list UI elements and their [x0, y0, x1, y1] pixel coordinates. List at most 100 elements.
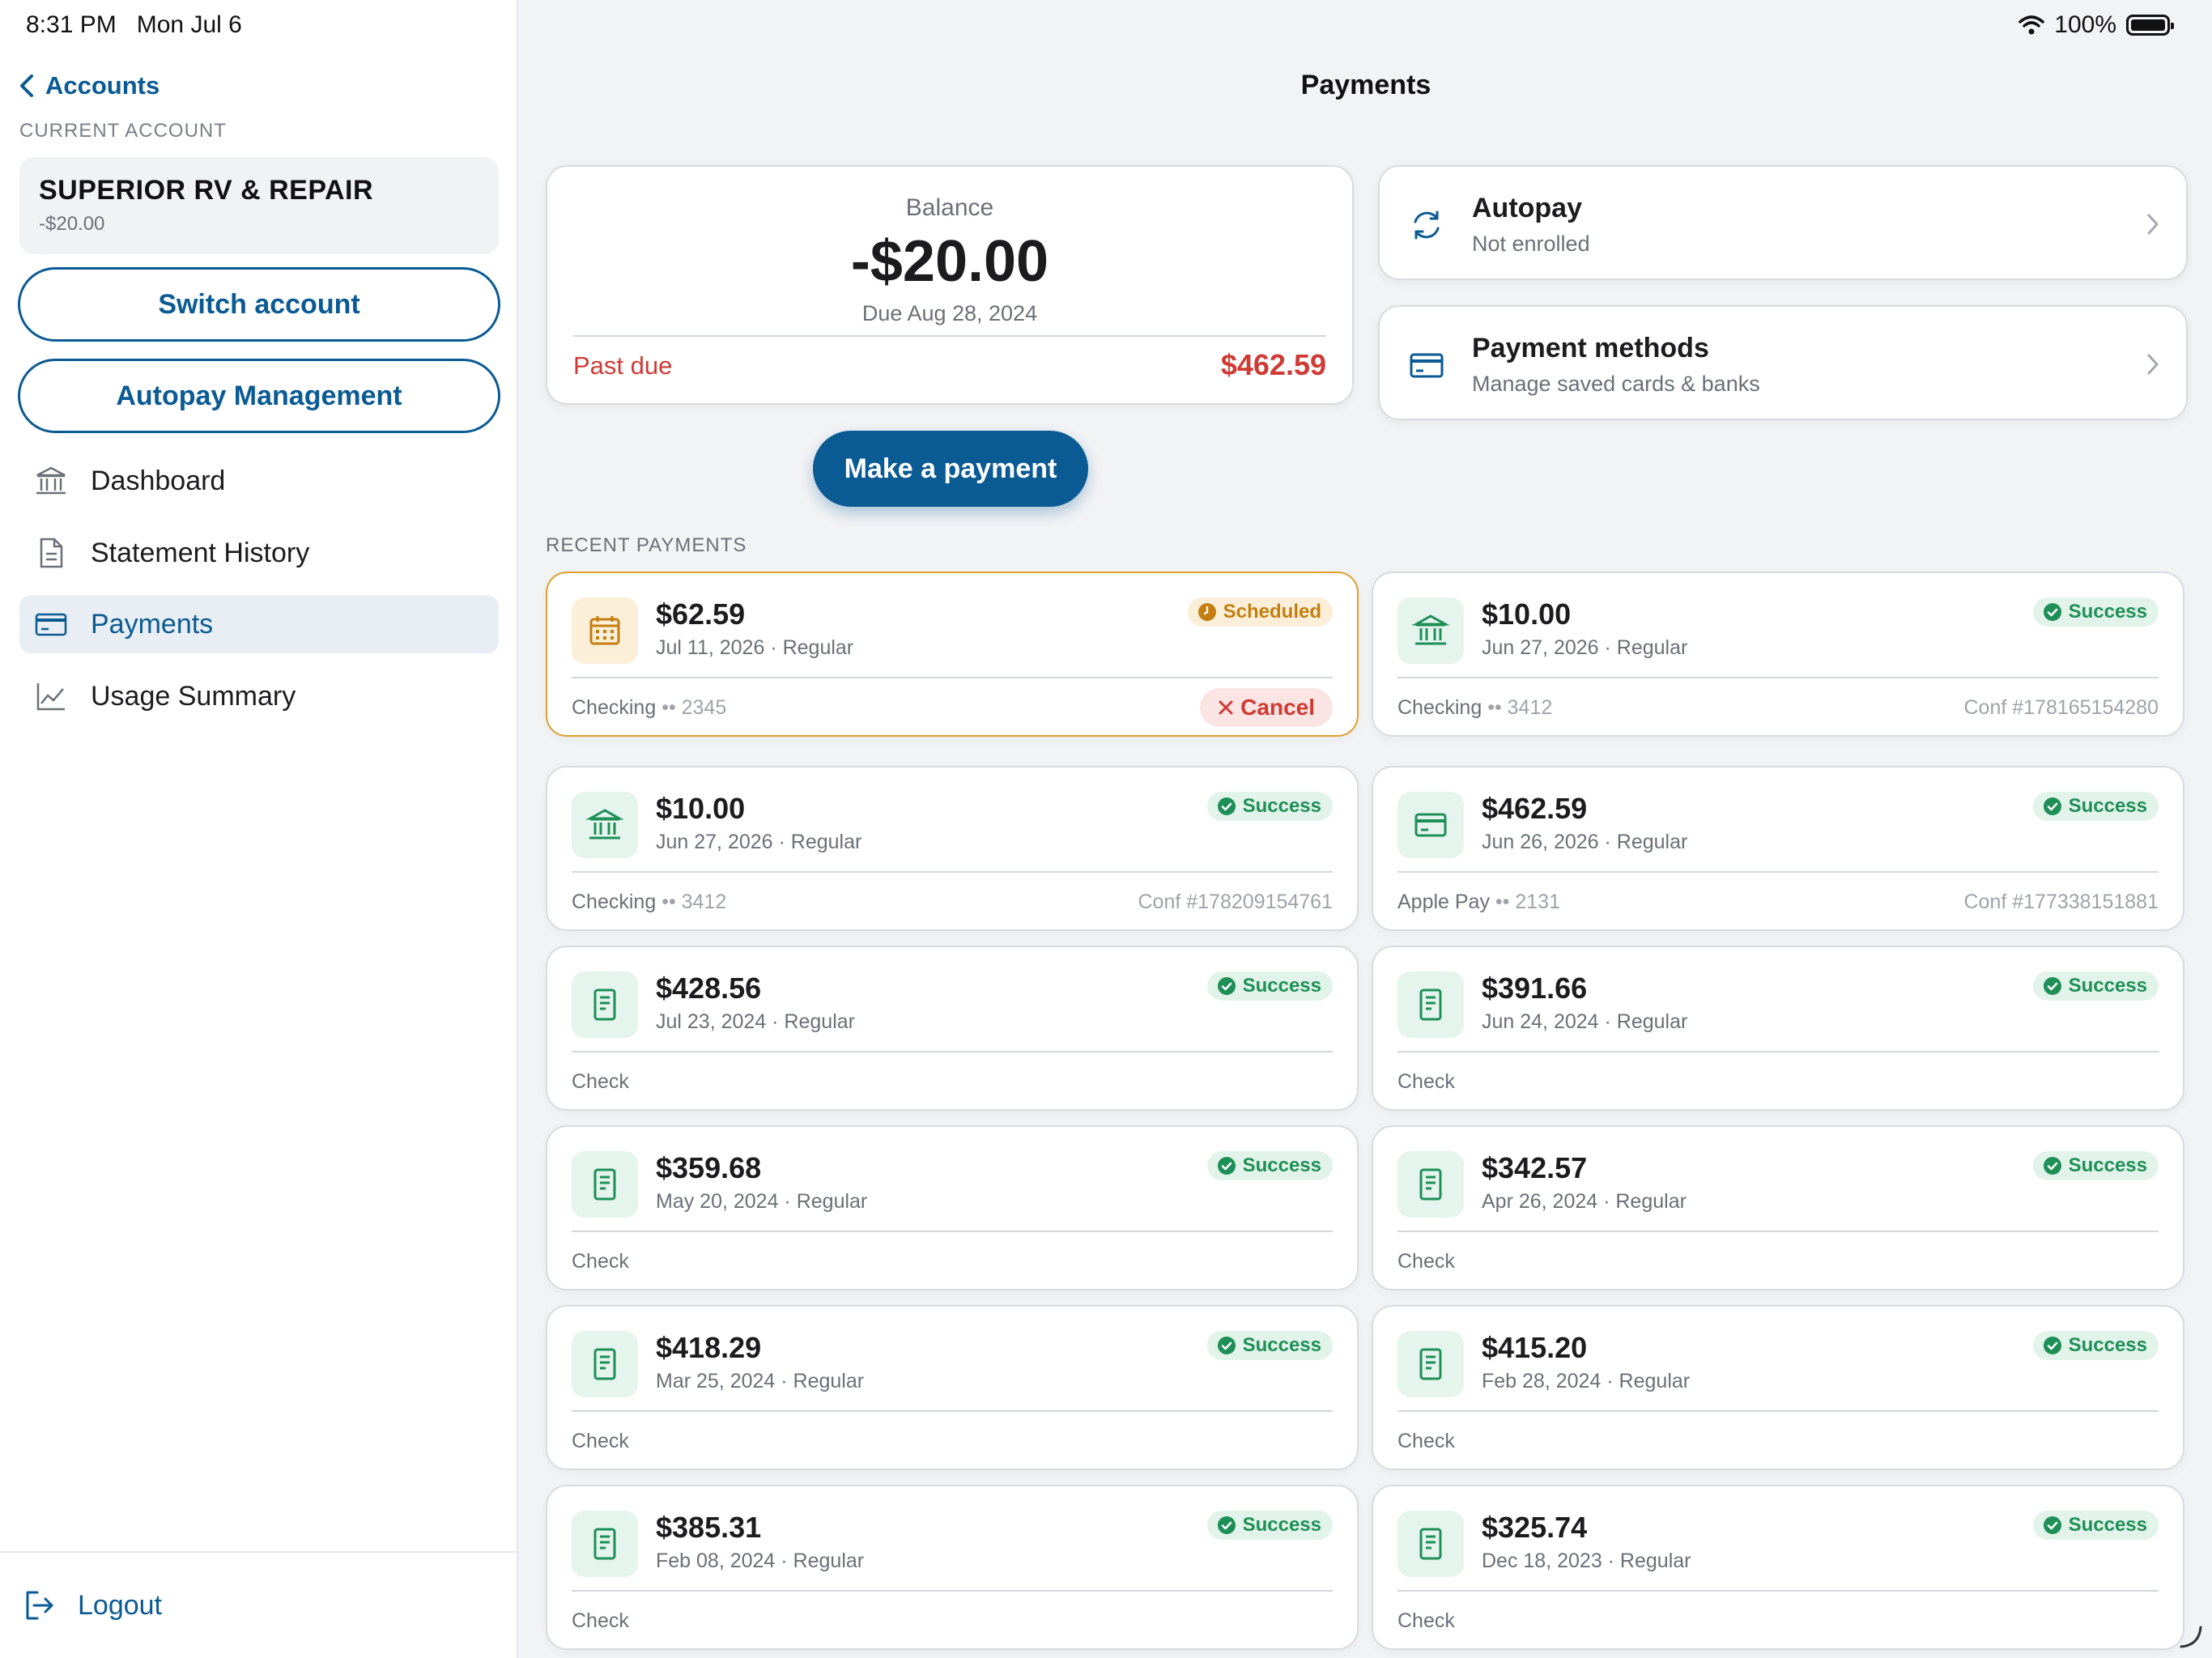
- payment-amount: $10.00: [1482, 597, 1572, 631]
- payment-card[interactable]: $462.59 Jun 26, 2026 · Regular Success Appl…: [1372, 766, 2184, 931]
- status-badge: Success: [1206, 1511, 1333, 1540]
- status-label: Scheduled: [1223, 601, 1321, 623]
- payment-date: Jun 27, 2026 · Regular: [656, 831, 862, 853]
- payment-method-icon-box: [572, 792, 638, 858]
- divider: [1397, 1590, 2159, 1592]
- sidebar-item-label: Payments: [91, 608, 214, 640]
- resize-handle-icon[interactable]: [2176, 1622, 2204, 1650]
- chevron-right-icon: [2147, 214, 2159, 235]
- payment-card[interactable]: $325.74 Dec 18, 2023 · Regular Success Chec…: [1372, 1485, 2184, 1650]
- divider: [1397, 1231, 2159, 1232]
- logout-icon: [26, 1591, 53, 1620]
- payment-card[interactable]: $428.56 Jul 23, 2024 · Regular Success Chec…: [546, 946, 1359, 1111]
- check-document-icon: [593, 1528, 616, 1560]
- status-label: Success: [1242, 795, 1321, 817]
- payment-method: Checking •• 3412: [1397, 696, 1553, 719]
- divider: [572, 1231, 1333, 1232]
- status-badge: Success: [1206, 971, 1333, 1001]
- checkmark-circle-icon: [2043, 977, 2061, 995]
- autopay-title: Autopay: [1472, 193, 1582, 223]
- checkmark-circle-icon: [1217, 1337, 1236, 1354]
- status-badge: Success: [1206, 792, 1333, 821]
- sidebar-item-statement-history[interactable]: Statement History: [19, 524, 499, 582]
- make-payment-button[interactable]: Make a payment: [813, 431, 1088, 507]
- account-digits: •• 2131: [1495, 891, 1560, 913]
- switch-account-button[interactable]: Switch account: [18, 267, 500, 342]
- document-icon: [40, 538, 63, 568]
- bank-icon: [36, 466, 66, 495]
- payment-card[interactable]: $415.20 Feb 28, 2024 · Regular Success Chec…: [1372, 1305, 2184, 1470]
- status-badge: Success: [2032, 1511, 2159, 1540]
- payment-card[interactable]: $10.00 Jun 27, 2026 · Regular Success Check…: [1372, 572, 2184, 737]
- payment-card[interactable]: $342.57 Apr 26, 2024 · Regular Success Chec…: [1372, 1125, 2184, 1290]
- autopay-management-button[interactable]: Autopay Management: [18, 359, 500, 433]
- back-button[interactable]: Accounts: [18, 71, 160, 100]
- account-balance: -$20.00: [39, 213, 105, 235]
- current-account-label: CURRENT ACCOUNT: [19, 120, 227, 142]
- check-document-icon: [593, 1348, 616, 1380]
- payment-amount: $391.66: [1482, 971, 1588, 1005]
- payment-method: Check: [572, 1609, 629, 1632]
- payment-methods-card[interactable]: Payment methods Manage saved cards & ban…: [1378, 305, 2188, 420]
- sidebar-item-label: Usage Summary: [91, 680, 296, 712]
- payment-date: Mar 25, 2024 · Regular: [656, 1370, 865, 1392]
- payment-card[interactable]: $391.66 Jun 24, 2024 · Regular Success Chec…: [1372, 946, 2184, 1111]
- autopay-card[interactable]: Autopay Not enrolled: [1378, 165, 2188, 280]
- payment-amount: $418.29: [656, 1331, 762, 1364]
- payment-date: Dec 18, 2023 · Regular: [1482, 1550, 1691, 1572]
- page-title: Payments: [1300, 70, 1431, 100]
- divider: [1397, 871, 2159, 873]
- account-digits: •• 3412: [661, 891, 727, 913]
- payment-amount: $359.68: [656, 1151, 762, 1184]
- back-label: Accounts: [45, 71, 160, 100]
- status-label: Success: [1242, 975, 1321, 997]
- payment-card[interactable]: $62.59 Jul 11, 2026 · Regular Scheduled Che…: [546, 572, 1359, 737]
- status-label: Success: [1242, 1334, 1321, 1356]
- battery-percent: 100%: [2054, 11, 2116, 38]
- bank-icon: [586, 809, 623, 840]
- check-document-icon: [1419, 1528, 1442, 1560]
- payment-card[interactable]: $418.29 Mar 25, 2024 · Regular Success Chec…: [546, 1305, 1359, 1470]
- divider: [1397, 677, 2159, 678]
- logout-button[interactable]: Logout: [0, 1551, 518, 1658]
- payment-method-icon-box: [1397, 792, 1464, 858]
- payment-card[interactable]: $10.00 Jun 27, 2026 · Regular Success Check…: [546, 766, 1359, 931]
- sidebar-item-dashboard[interactable]: Dashboard: [19, 452, 499, 510]
- payment-card[interactable]: $359.68 May 20, 2024 · Regular Success Chec…: [546, 1125, 1359, 1290]
- payment-date: Feb 28, 2024 · Regular: [1482, 1370, 1691, 1392]
- payment-amount: $415.20: [1482, 1331, 1588, 1364]
- status-label: Success: [2068, 795, 2147, 817]
- battery-icon: [2126, 15, 2174, 36]
- chart-icon: [36, 683, 65, 711]
- cancel-payment-button[interactable]: Cancel: [1200, 688, 1333, 727]
- payment-method: Check: [572, 1070, 629, 1093]
- payment-method: Apple Pay •• 2131: [1397, 891, 1560, 913]
- payment-card[interactable]: $385.31 Feb 08, 2024 · Regular Success Chec…: [546, 1485, 1359, 1650]
- divider: [1397, 1051, 2159, 1052]
- calendar-icon: [589, 616, 620, 645]
- payment-method: Check: [1397, 1250, 1455, 1273]
- divider: [572, 1051, 1333, 1052]
- divider: [1397, 1410, 2159, 1412]
- checkmark-circle-icon: [1217, 1516, 1236, 1534]
- payment-amount: $325.74: [1482, 1511, 1588, 1544]
- payment-method-icon-box: [572, 1151, 638, 1218]
- clock-icon: [1197, 603, 1216, 621]
- status-badge: Success: [1206, 1151, 1333, 1180]
- sidebar-item-payments[interactable]: Payments: [19, 595, 499, 653]
- status-badge: Success: [2032, 971, 2159, 1001]
- payment-method: Check: [1397, 1609, 1455, 1632]
- sidebar-item-usage-summary[interactable]: Usage Summary: [19, 667, 499, 725]
- payment-method-icon-box: [1397, 1151, 1464, 1218]
- status-badge: Success: [2032, 1331, 2159, 1360]
- checkmark-circle-icon: [2043, 797, 2061, 815]
- status-label: Success: [2068, 1514, 2147, 1536]
- payment-method: Check: [572, 1250, 629, 1273]
- checkmark-circle-icon: [2043, 1337, 2061, 1354]
- divider: [572, 677, 1333, 678]
- payment-date: Jun 27, 2026 · Regular: [1482, 636, 1688, 659]
- sidebar-item-label: Statement History: [91, 537, 310, 568]
- payment-method-icon-box: [572, 597, 638, 664]
- autopay-status: Not enrolled: [1472, 232, 1590, 256]
- checkmark-circle-icon: [2043, 603, 2061, 621]
